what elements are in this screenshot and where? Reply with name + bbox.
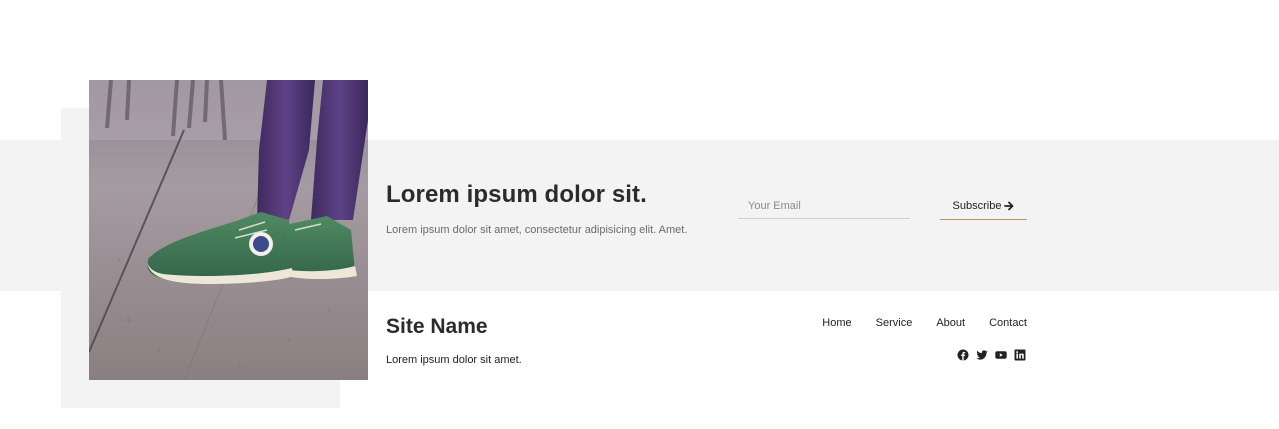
linkedin-icon[interactable] — [1014, 349, 1026, 361]
footer-nav: Home Service About Contact — [822, 317, 1027, 329]
site-tagline: Lorem ipsum dolor sit amet. — [386, 354, 522, 366]
social-links — [957, 349, 1026, 361]
youtube-icon[interactable] — [995, 349, 1007, 361]
twitter-icon[interactable] — [976, 349, 988, 361]
nav-link-about[interactable]: About — [936, 317, 965, 329]
nav-link-contact[interactable]: Contact — [989, 317, 1027, 329]
arrow-right-icon — [1004, 201, 1014, 211]
subscribe-label: Subscribe — [952, 199, 1002, 212]
sneakers-photo — [89, 80, 368, 380]
site-name: Site Name — [386, 315, 488, 338]
nav-link-service[interactable]: Service — [876, 317, 913, 329]
nav-link-home[interactable]: Home — [822, 317, 851, 329]
newsletter-subtext: Lorem ipsum dolor sit amet, consectetur … — [386, 224, 688, 236]
email-input[interactable] — [738, 193, 910, 219]
subscribe-button[interactable]: Subscribe — [940, 192, 1027, 220]
facebook-icon[interactable] — [957, 349, 969, 361]
newsletter-headline: Lorem ipsum dolor sit. — [386, 181, 647, 208]
